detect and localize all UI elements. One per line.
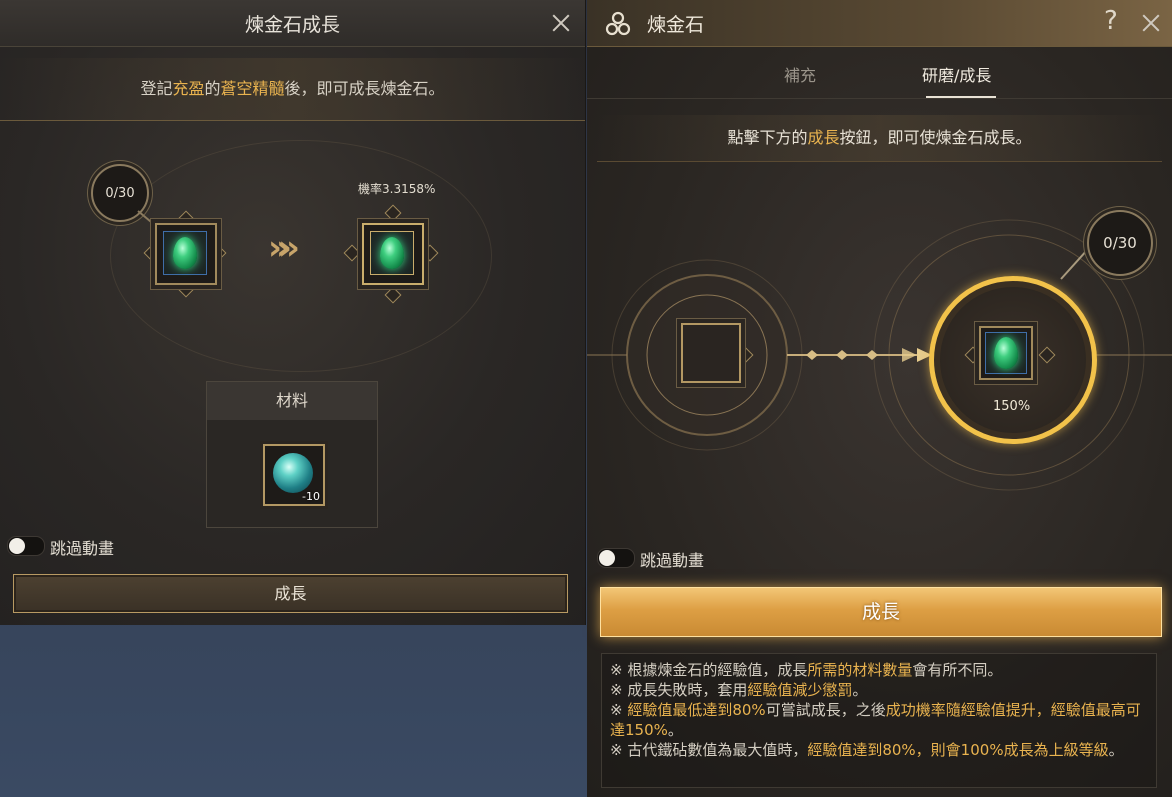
left-titlebar: 煉金石成長 — [0, 0, 585, 47]
right-titlebar: 煉金石 ? — [587, 0, 1172, 47]
skip-animation-label: 跳過動畫 — [640, 551, 705, 570]
skip-animation-toggle[interactable] — [597, 548, 635, 568]
toggle-knob — [9, 538, 25, 554]
help-icon[interactable]: ? — [1104, 6, 1118, 36]
gem-icon — [994, 337, 1018, 369]
growth-stone-slot[interactable] — [979, 326, 1033, 380]
probability-label: 機率3.3158% — [358, 182, 436, 196]
material-box: 材料 -10 — [206, 381, 378, 528]
growth-percent: 150% — [993, 399, 1031, 414]
material-orb-icon — [273, 453, 313, 493]
left-panel: 煉金石成長 登記充盈的蒼空精髓後，即可成長煉金石。 0/30 »» 機率3.31… — [0, 0, 586, 625]
active-tab-indicator — [926, 96, 996, 98]
progress-arrows-icon: »» — [268, 228, 300, 268]
note-highlight: 經驗值達到80%，則會100%成長為上級等級 — [807, 741, 1109, 759]
note-highlight: 經驗值減少懲罰 — [747, 681, 853, 699]
notice-text: 點擊下方的 — [727, 128, 808, 147]
tab-bar: 補充 研磨/成長 — [587, 48, 1172, 99]
note-line: ※ 經驗值最低達到80%可嘗試成長，之後成功機率隨經驗值提升，經驗值最高可達15… — [610, 700, 1148, 740]
close-icon[interactable] — [550, 12, 572, 34]
stone-inner — [985, 332, 1027, 374]
stone-inner — [370, 231, 414, 275]
notice-highlight-grow: 成長 — [807, 128, 840, 147]
progress-text: 0/30 — [105, 185, 135, 201]
note-text: 會有所不同。 — [912, 661, 1003, 679]
left-panel-title: 煉金石成長 — [244, 14, 340, 36]
triskele-icon — [605, 11, 631, 36]
right-panel: 煉金石 ? 補充 研磨/成長 點擊下方的成長按鈕，即可使煉金石成長。 150% — [587, 0, 1172, 797]
notice-text: 按鈕，即可使煉金石成長。 — [839, 128, 1032, 147]
note-highlight: 所需的材料數量 — [807, 661, 913, 679]
progress-text: 0/30 — [1103, 234, 1137, 252]
gem-icon — [173, 237, 197, 269]
note-line: ※ 根據煉金石的經驗值，成長所需的材料數量會有所不同。 — [610, 660, 1148, 680]
skip-animation-label: 跳過動畫 — [50, 539, 115, 558]
progress-badge: 0/30 — [1087, 210, 1153, 276]
note-text: 。 — [1108, 741, 1124, 759]
notice-highlight-essence: 蒼空精髓 — [220, 79, 285, 98]
notice-text: 的 — [204, 79, 221, 98]
tab-refill[interactable]: 補充 — [784, 62, 816, 86]
note-text: ※ 成長失敗時，套用 — [610, 681, 748, 699]
toggle-knob — [599, 550, 615, 566]
material-header: 材料 — [207, 382, 377, 420]
note-text: ※ — [610, 701, 628, 719]
empty-stone-slot[interactable] — [681, 323, 741, 383]
right-panel-title: 煉金石 — [647, 14, 705, 36]
note-text: 。 — [667, 721, 683, 739]
current-stone-slot[interactable] — [155, 223, 217, 285]
note-line: ※ 古代鐵砧數值為最大值時，經驗值達到80%，則會100%成長為上級等級。 — [610, 740, 1148, 760]
grow-button[interactable]: 成長 — [600, 587, 1162, 637]
left-notice: 登記充盈的蒼空精髓後，即可成長煉金石。 — [0, 58, 585, 121]
result-stone-slot[interactable] — [362, 223, 424, 285]
note-highlight: 經驗值最低達到80% — [627, 701, 766, 719]
right-notice: 點擊下方的成長按鈕，即可使煉金石成長。 — [597, 115, 1162, 162]
stone-inner — [163, 231, 207, 275]
notice-text: 後，即可成長煉金石。 — [284, 79, 445, 98]
close-icon[interactable] — [1140, 12, 1162, 34]
note-text: ※ 古代鐵砧數值為最大值時， — [610, 741, 808, 759]
note-text: 。 — [852, 681, 868, 699]
notes-box: ※ 根據煉金石的經驗值，成長所需的材料數量會有所不同。 ※ 成長失敗時，套用經驗… — [601, 653, 1157, 788]
skip-animation-toggle[interactable] — [7, 536, 45, 556]
gem-icon — [380, 237, 404, 269]
note-text: ※ 根據煉金石的經驗值，成長 — [610, 661, 808, 679]
note-line: ※ 成長失敗時，套用經驗值減少懲罰。 — [610, 680, 1148, 700]
notice-highlight-fill: 充盈 — [172, 79, 205, 98]
notice-text: 登記 — [140, 79, 173, 98]
grow-button[interactable]: 成長 — [13, 574, 568, 613]
note-text: 可嘗試成長，之後 — [765, 701, 886, 719]
tab-grind-grow[interactable]: 研磨/成長 — [922, 62, 991, 86]
material-quantity: -10 — [302, 490, 320, 503]
material-slot[interactable]: -10 — [263, 444, 325, 506]
